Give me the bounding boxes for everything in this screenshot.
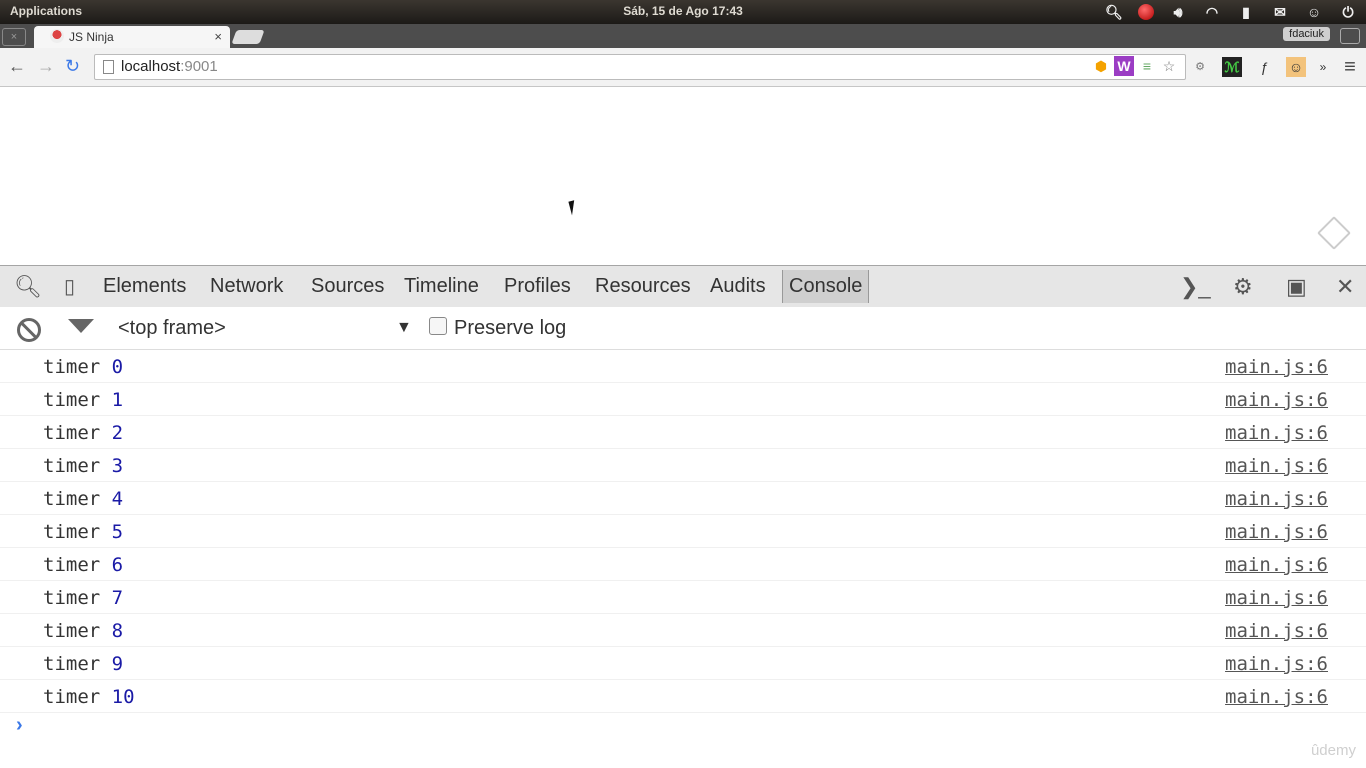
forward-button[interactable]: → <box>37 56 55 77</box>
extension-function-icon[interactable]: ƒ <box>1254 57 1274 77</box>
os-top-panel: Applications Sáb, 15 de Ago 17:43 🔍︎ 🔊︎ … <box>0 0 1366 24</box>
url-text: localhost:9001 <box>121 58 218 75</box>
source-link[interactable]: main.js:6 <box>1225 554 1328 576</box>
device-mode-icon[interactable]: ▯ <box>64 274 75 299</box>
page-icon <box>103 60 114 74</box>
extension-hexagon-icon[interactable]: ⬢ <box>1091 56 1111 76</box>
restore-window-icon[interactable] <box>1340 28 1360 44</box>
wifi-icon[interactable]: ◠ <box>1202 2 1222 22</box>
console-message: timer 0 main.js:6 <box>0 350 1366 383</box>
feedback-icon[interactable] <box>1317 216 1351 250</box>
console-message: timer 1 main.js:6 <box>0 383 1366 416</box>
search-icon[interactable]: 🔍︎ <box>1104 2 1124 22</box>
mouse-cursor-icon <box>568 198 584 216</box>
power-icon[interactable]: ⏻ <box>1338 2 1358 22</box>
new-tab-button[interactable] <box>231 30 265 44</box>
console-filter-bar: <top frame> ▼ Preserve log <box>0 307 1366 350</box>
ninja-favicon-icon <box>50 29 64 43</box>
tab-audits[interactable]: Audits <box>710 275 766 298</box>
extension-w-icon[interactable]: W <box>1114 56 1134 76</box>
source-link[interactable]: main.js:6 <box>1225 587 1328 609</box>
console-message: timer 8 main.js:6 <box>0 614 1366 647</box>
console-message: timer 5 main.js:6 <box>0 515 1366 548</box>
console-message: timer 6 main.js:6 <box>0 548 1366 581</box>
tab-network[interactable]: Network <box>210 275 283 298</box>
browser-toolbar: ← → ↻ localhost:9001 ⬢ W ≡ ☆ ⚙ ℳ ƒ ☺ » ≡ <box>0 48 1366 87</box>
chrome-menu-icon[interactable]: ≡ <box>1340 57 1360 77</box>
console-message: timer 9 main.js:6 <box>0 647 1366 680</box>
profile-button[interactable]: fdaciuk <box>1283 27 1330 41</box>
console-prompt[interactable]: › <box>16 714 23 737</box>
applications-menu[interactable]: Applications <box>10 4 82 18</box>
tab-profiles[interactable]: Profiles <box>504 275 571 298</box>
console-drawer-icon[interactable]: ❯_ <box>1180 274 1211 300</box>
mail-icon[interactable]: ✉ <box>1270 2 1290 22</box>
console-message: timer 7 main.js:6 <box>0 581 1366 614</box>
user-icon[interactable]: ☺ <box>1304 2 1324 22</box>
source-link[interactable]: main.js:6 <box>1225 389 1328 411</box>
source-link[interactable]: main.js:6 <box>1225 455 1328 477</box>
page-viewport[interactable] <box>0 87 1366 264</box>
tab-console[interactable]: Console <box>782 270 870 303</box>
battery-icon[interactable]: ▮ <box>1236 2 1256 22</box>
source-link[interactable]: main.js:6 <box>1225 356 1328 378</box>
inspect-search-icon[interactable]: 🔍︎ <box>14 274 42 300</box>
source-link[interactable]: main.js:6 <box>1225 686 1328 708</box>
volume-icon[interactable]: 🔊︎ <box>1168 2 1188 22</box>
preserve-log-checkbox[interactable] <box>429 317 447 335</box>
filter-icon[interactable] <box>68 319 94 333</box>
settings-gear-icon[interactable]: ⚙ <box>1233 274 1253 300</box>
close-devtools-icon[interactable]: ✕ <box>1336 274 1354 300</box>
dock-side-icon[interactable]: ▣ <box>1286 274 1307 300</box>
source-link[interactable]: main.js:6 <box>1225 620 1328 642</box>
system-tray: 🔍︎ 🔊︎ ◠ ▮ ✉ ☺ ⏻ <box>1104 2 1358 22</box>
tab-timeline[interactable]: Timeline <box>404 275 479 298</box>
tab-resources[interactable]: Resources <box>595 275 691 298</box>
tab-close-icon[interactable]: × <box>214 29 222 44</box>
frame-select[interactable]: <top frame> <box>118 317 226 340</box>
extension-face-icon[interactable]: ☺ <box>1286 57 1306 77</box>
more-extensions-icon[interactable]: » <box>1313 57 1333 77</box>
extension-js-icon[interactable]: ⚙ <box>1190 57 1210 77</box>
extension-jquery-icon[interactable]: ℳ <box>1222 57 1242 77</box>
console-message: timer 10 main.js:6 <box>0 680 1366 713</box>
source-link[interactable]: main.js:6 <box>1225 488 1328 510</box>
console-message: timer 2 main.js:6 <box>0 416 1366 449</box>
tab-title: JS Ninja <box>69 30 114 44</box>
close-window-icon[interactable]: × <box>2 28 26 46</box>
devtools-tab-bar: 🔍︎ ▯ Elements Network Sources Timeline P… <box>0 265 1366 308</box>
tab-elements[interactable]: Elements <box>103 275 186 298</box>
tab-strip: × JS Ninja × fdaciuk <box>0 24 1366 48</box>
console-messages: timer 0 main.js:6 timer 1 main.js:6 timer … <box>0 350 1366 713</box>
console-message: timer 3 main.js:6 <box>0 449 1366 482</box>
preserve-log-label: Preserve log <box>454 317 567 339</box>
reload-button[interactable]: ↻ <box>65 56 80 77</box>
udemy-watermark: ûdemy <box>1310 742 1356 759</box>
chevron-down-icon[interactable]: ▼ <box>396 319 412 337</box>
address-bar[interactable]: localhost:9001 ⬢ W ≡ ☆ <box>94 54 1186 80</box>
clear-console-icon[interactable] <box>17 318 41 342</box>
bookmark-star-icon[interactable]: ☆ <box>1159 56 1179 76</box>
source-link[interactable]: main.js:6 <box>1225 653 1328 675</box>
back-button[interactable]: ← <box>8 56 26 77</box>
extension-list-icon[interactable]: ≡ <box>1137 56 1157 76</box>
tab-sources[interactable]: Sources <box>311 275 384 298</box>
source-link[interactable]: main.js:6 <box>1225 422 1328 444</box>
tab-js-ninja[interactable]: JS Ninja × <box>34 26 230 48</box>
source-link[interactable]: main.js:6 <box>1225 521 1328 543</box>
console-message: timer 4 main.js:6 <box>0 482 1366 515</box>
record-icon[interactable] <box>1138 4 1154 20</box>
